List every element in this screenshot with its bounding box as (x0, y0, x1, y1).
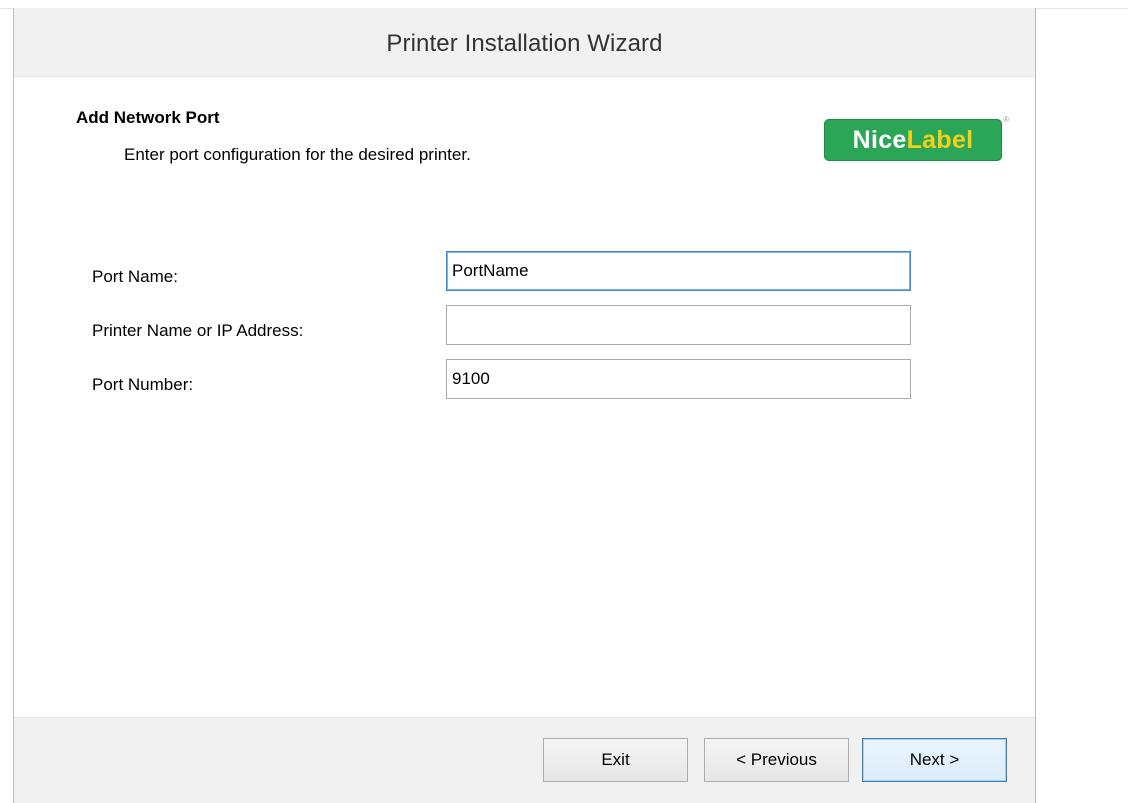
page-heading: Add Network Port (76, 108, 220, 127)
exit-button[interactable]: Exit (543, 738, 688, 782)
printer-address-label: Printer Name or IP Address: (92, 321, 304, 340)
wizard-window: Printer Installation Wizard Add Network … (13, 8, 1036, 803)
logo-text-label: Label (906, 126, 974, 154)
logo-text-nice: Nice (852, 126, 907, 154)
port-name-input[interactable] (446, 251, 911, 291)
button-bar: Exit < Previous Next > (14, 717, 1035, 803)
registered-mark: ® (1003, 115, 1009, 124)
printer-address-input[interactable] (446, 305, 911, 345)
wizard-content: Add Network Port Enter port configuratio… (14, 77, 1035, 717)
nicelabel-logo: NiceLabel ® (824, 115, 1009, 161)
port-number-input[interactable] (446, 359, 911, 399)
port-name-label: Port Name: (92, 267, 178, 286)
page-subheading: Enter port configuration for the desired… (124, 145, 471, 164)
port-number-label: Port Number: (92, 375, 194, 394)
page: Printer Installation Wizard Add Network … (0, 0, 1128, 803)
window-title: Printer Installation Wizard (386, 30, 663, 57)
previous-button[interactable]: < Previous (704, 738, 849, 782)
next-button[interactable]: Next > (862, 738, 1007, 782)
title-bar: Printer Installation Wizard (14, 8, 1035, 77)
